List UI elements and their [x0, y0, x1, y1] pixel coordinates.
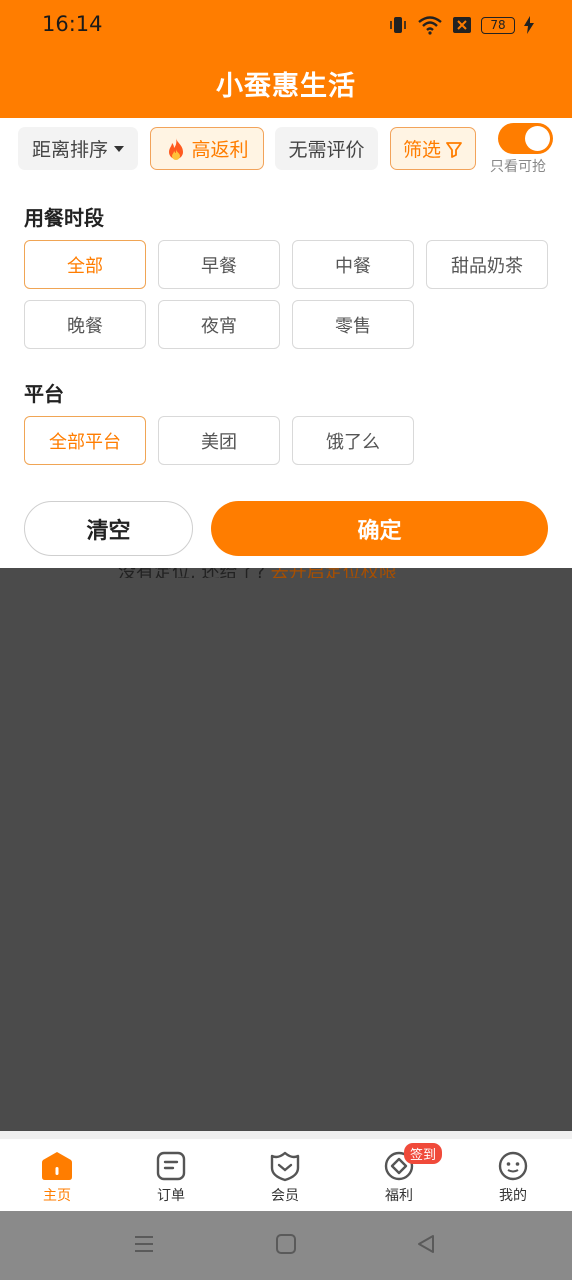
platform-option-all[interactable]: 全部平台 — [24, 416, 146, 465]
no-review-label: 无需评价 — [288, 139, 365, 161]
tab-profile[interactable]: 我的 — [456, 1139, 570, 1211]
app-header: 16:14 78 小蚕惠生活 — [0, 0, 572, 118]
meal-option-retail[interactable]: 零售 — [292, 300, 414, 349]
system-nav-bar — [0, 1211, 572, 1280]
status-icons: 78 — [388, 12, 534, 38]
tab-orders-label: 订单 — [157, 1188, 185, 1204]
order-icon — [156, 1151, 186, 1181]
member-icon — [270, 1151, 300, 1182]
platform-option-meituan[interactable]: 美团 — [158, 416, 280, 465]
sim-off-icon — [453, 17, 471, 33]
meal-option-late-night[interactable]: 夜宵 — [158, 300, 280, 349]
sign-in-badge: 签到 — [404, 1143, 443, 1164]
toggle-knob — [525, 126, 550, 151]
meal-option-all[interactable]: 全部 — [24, 240, 146, 289]
only-available-label: 只看可抢 — [490, 159, 546, 175]
platform-section-title: 平台 — [24, 382, 64, 406]
bottom-tab-bar: 主页 订单 会员 福利 签到 我的 — [0, 1139, 572, 1211]
meal-option-dessert-tea[interactable]: 甜品奶茶 — [426, 240, 548, 289]
filter-bar: 距离排序 高返利 无需评价 筛选 只看可抢 — [0, 118, 572, 188]
tab-member[interactable]: 会员 — [228, 1139, 342, 1211]
charging-icon — [524, 16, 534, 34]
filter-panel: 距离排序 高返利 无需评价 筛选 只看可抢 用餐时段 全部 早餐 中餐 甜品奶茶… — [0, 118, 572, 568]
sort-dropdown[interactable]: 距离排序 — [18, 127, 138, 170]
profile-icon — [498, 1151, 528, 1181]
tab-orders[interactable]: 订单 — [114, 1139, 228, 1211]
vibrate-icon — [390, 17, 406, 33]
meal-section-title: 用餐时段 — [24, 206, 104, 230]
fire-icon — [169, 137, 184, 160]
tab-home-label: 主页 — [43, 1188, 71, 1204]
tab-welfare-label: 福利 — [385, 1188, 413, 1204]
tab-member-label: 会员 — [271, 1188, 299, 1204]
funnel-icon — [446, 141, 462, 158]
high-rebate-label: 高返利 — [191, 139, 249, 161]
caret-down-icon — [114, 145, 124, 152]
tab-welfare[interactable]: 福利 签到 — [342, 1139, 456, 1211]
menu-icon[interactable] — [133, 1233, 155, 1255]
tab-bar-divider — [0, 1131, 572, 1139]
meal-option-lunch[interactable]: 中餐 — [292, 240, 414, 289]
sort-label: 距离排序 — [31, 139, 108, 161]
app-title: 小蚕惠生活 — [216, 71, 356, 102]
only-available-toggle[interactable] — [498, 123, 553, 154]
home-icon — [42, 1152, 72, 1180]
no-review-chip[interactable]: 无需评价 — [275, 127, 378, 170]
platform-option-eleme[interactable]: 饿了么 — [292, 416, 414, 465]
tab-profile-label: 我的 — [499, 1188, 527, 1204]
meal-option-dinner[interactable]: 晚餐 — [24, 300, 146, 349]
filter-label: 筛选 — [402, 139, 441, 161]
battery-indicator: 78 — [481, 16, 515, 34]
wifi-icon — [418, 16, 442, 35]
clear-button[interactable]: 清空 — [24, 501, 193, 556]
status-time: 16:14 — [42, 12, 103, 36]
tab-home[interactable]: 主页 — [0, 1139, 114, 1211]
confirm-button[interactable]: 确定 — [211, 501, 548, 556]
status-bar: 16:14 78 — [0, 0, 572, 52]
meal-option-breakfast[interactable]: 早餐 — [158, 240, 280, 289]
home-nav-icon[interactable] — [275, 1233, 297, 1255]
high-rebate-chip[interactable]: 高返利 — [150, 127, 264, 170]
filter-button[interactable]: 筛选 — [390, 127, 476, 170]
back-icon[interactable] — [415, 1233, 437, 1255]
